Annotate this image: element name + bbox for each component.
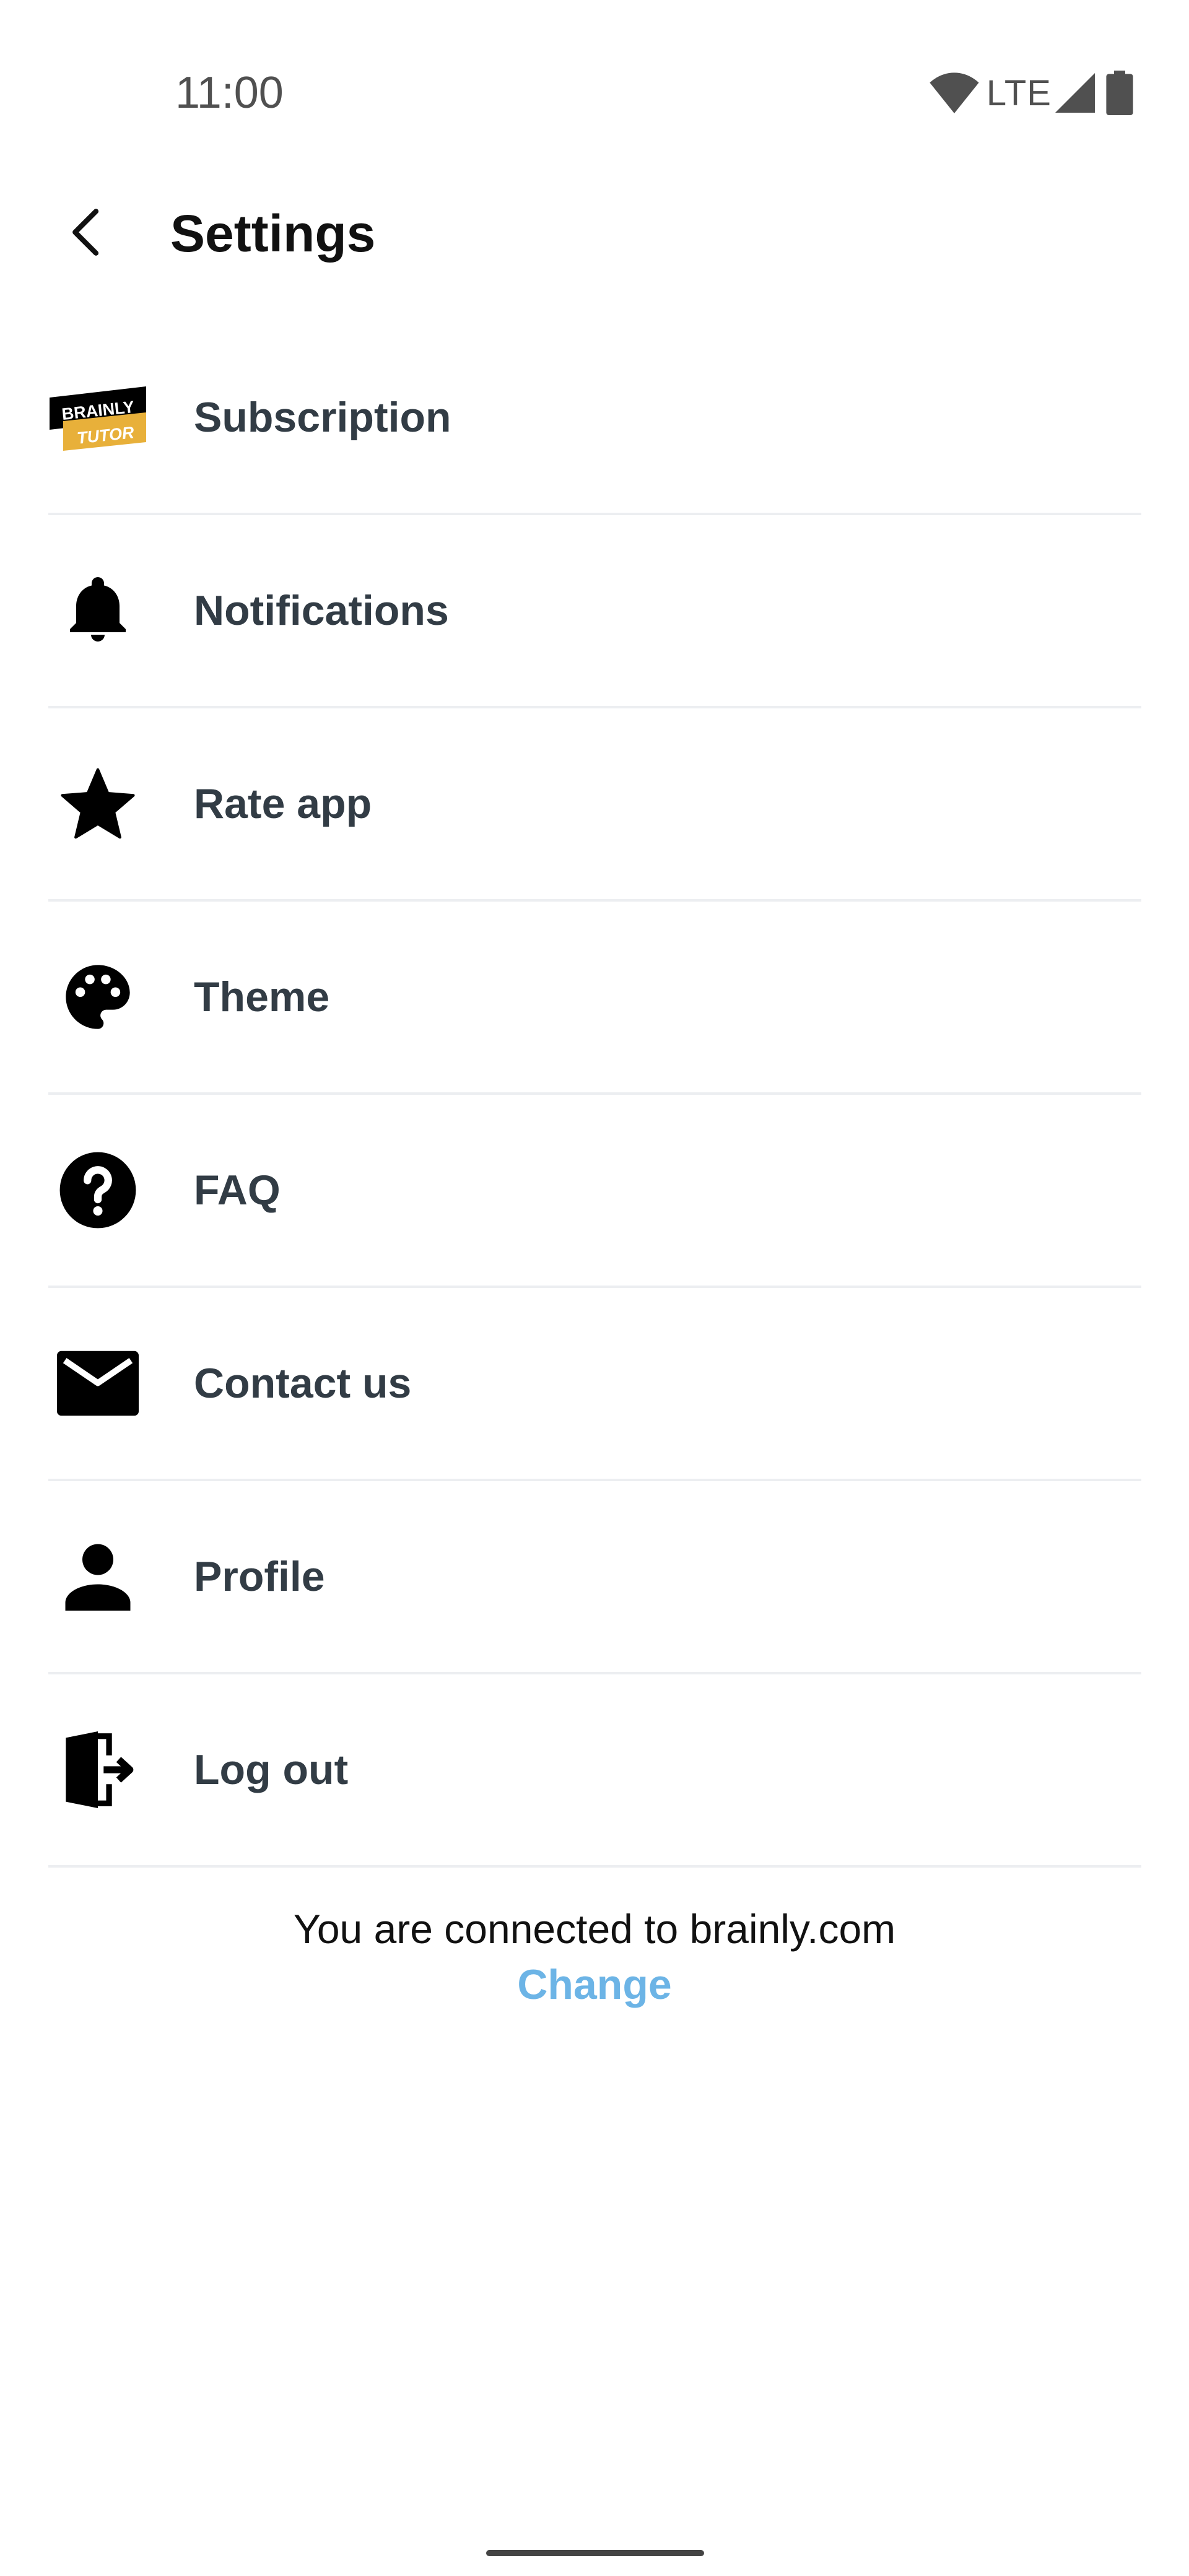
- connection-footer: You are connected to brainly.com Change: [0, 1901, 1189, 2012]
- palette-icon: [66, 965, 130, 1029]
- settings-item-label: Contact us: [194, 1360, 412, 1407]
- settings-item-label: Profile: [194, 1553, 325, 1600]
- mail-icon: [57, 1351, 139, 1416]
- settings-item-profile[interactable]: Profile: [48, 1481, 1141, 1674]
- settings-item-notifications[interactable]: Notifications: [48, 515, 1141, 708]
- logout-icon: [66, 1731, 134, 1808]
- network-type: LTE: [986, 72, 1052, 113]
- settings-item-contact-us[interactable]: Contact us: [48, 1288, 1141, 1481]
- settings-item-theme[interactable]: Theme: [48, 902, 1141, 1095]
- change-domain-link[interactable]: Change: [517, 1957, 671, 2012]
- settings-item-label: Theme: [194, 973, 330, 1020]
- back-arrow-icon: [72, 209, 99, 256]
- status-icons: LTE: [930, 68, 1133, 118]
- settings-item-rate-app[interactable]: Rate app: [48, 708, 1141, 902]
- brainly-tutor-logo: BRAINLY TUTOR: [48, 368, 147, 467]
- settings-item-label: Notifications: [194, 587, 449, 634]
- settings-item-label: Rate app: [194, 780, 372, 827]
- bell-icon: [70, 577, 126, 642]
- settings-item-subscription[interactable]: BRAINLY TUTOR Subscription: [48, 322, 1141, 515]
- battery-icon: [1106, 71, 1133, 115]
- home-indicator[interactable]: [486, 2550, 704, 2556]
- status-bar: 11:00 LTE: [0, 0, 1189, 186]
- help-icon: [59, 1152, 136, 1229]
- settings-list: BRAINLY TUTOR Subscription Notifications…: [48, 322, 1141, 1868]
- page-title: Settings: [170, 204, 376, 263]
- settings-item-label: FAQ: [194, 1167, 281, 1214]
- status-time: 11:00: [175, 68, 284, 118]
- settings-item-faq[interactable]: FAQ: [48, 1095, 1141, 1288]
- settings-item-label: Subscription: [194, 394, 451, 441]
- cell-signal-icon: [1055, 73, 1095, 113]
- settings-item-label: Log out: [194, 1746, 349, 1793]
- star-icon: [61, 768, 135, 839]
- settings-item-log-out[interactable]: Log out: [48, 1674, 1141, 1868]
- app-header: Settings: [0, 186, 1189, 279]
- back-button[interactable]: [59, 204, 115, 260]
- person-icon: [65, 1544, 131, 1611]
- wifi-icon: [930, 72, 979, 113]
- connection-status-text: You are connected to brainly.com: [293, 1906, 896, 1952]
